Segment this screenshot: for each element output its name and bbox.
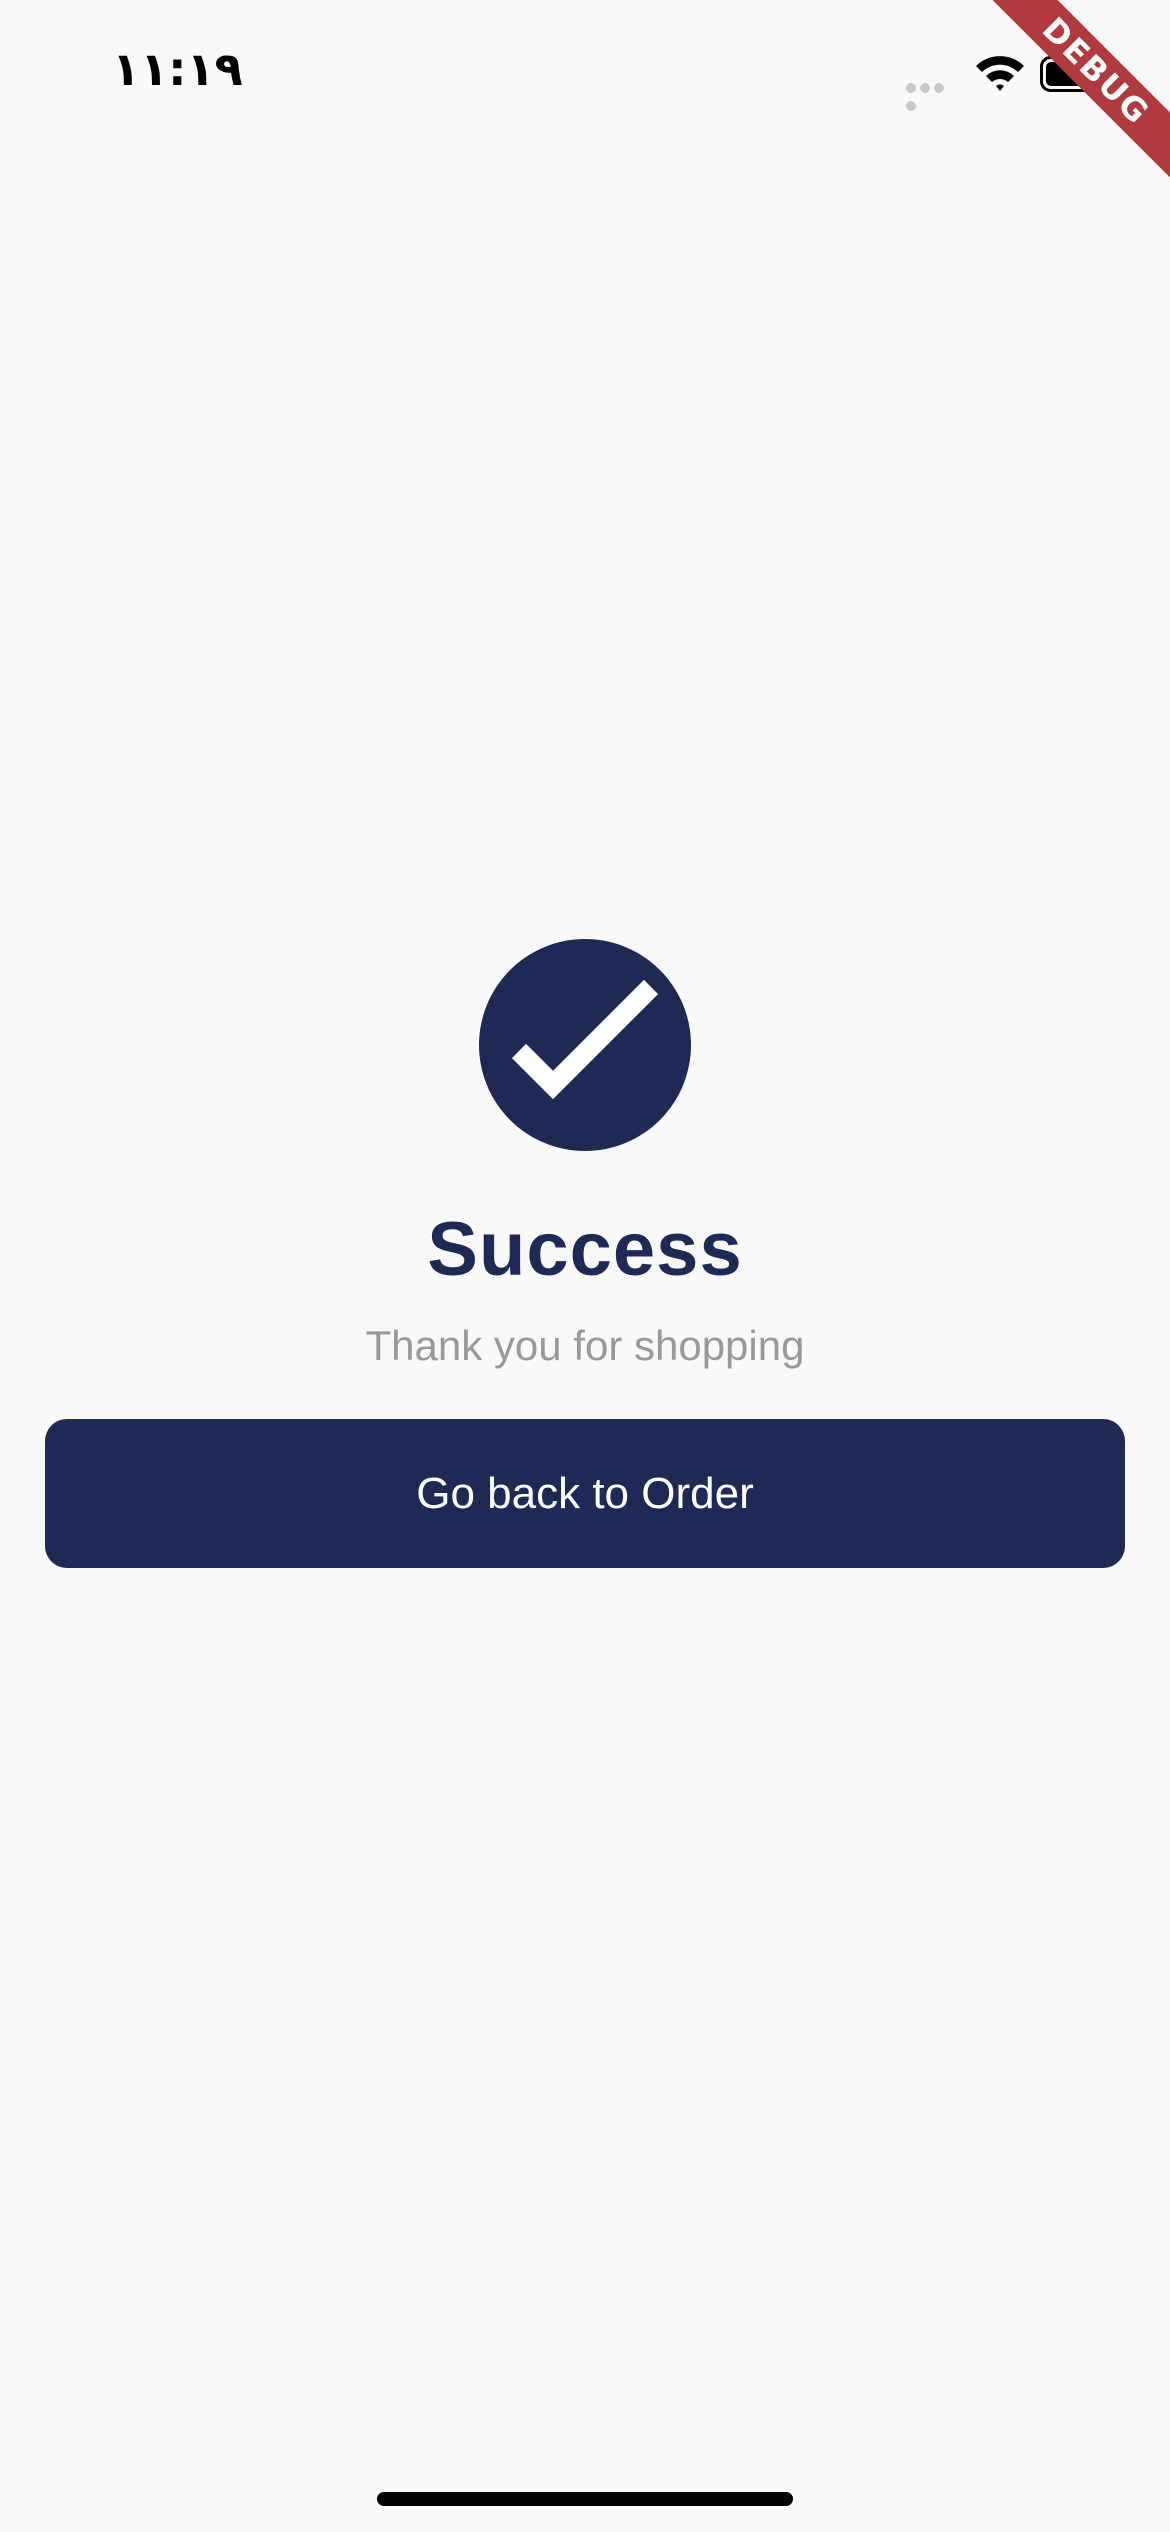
debug-ribbon-label: DEBUG (973, 0, 1170, 194)
success-badge (479, 939, 691, 1151)
success-title: Success (427, 1207, 743, 1292)
check-icon (511, 979, 659, 1100)
status-time: ١١:١٩ (112, 42, 243, 96)
go-back-to-order-button[interactable]: Go back to Order (45, 1419, 1125, 1568)
success-subtitle: Thank you for shopping (365, 1322, 805, 1369)
home-indicator[interactable] (377, 2492, 793, 2506)
debug-banner: DEBUG (950, 0, 1170, 220)
